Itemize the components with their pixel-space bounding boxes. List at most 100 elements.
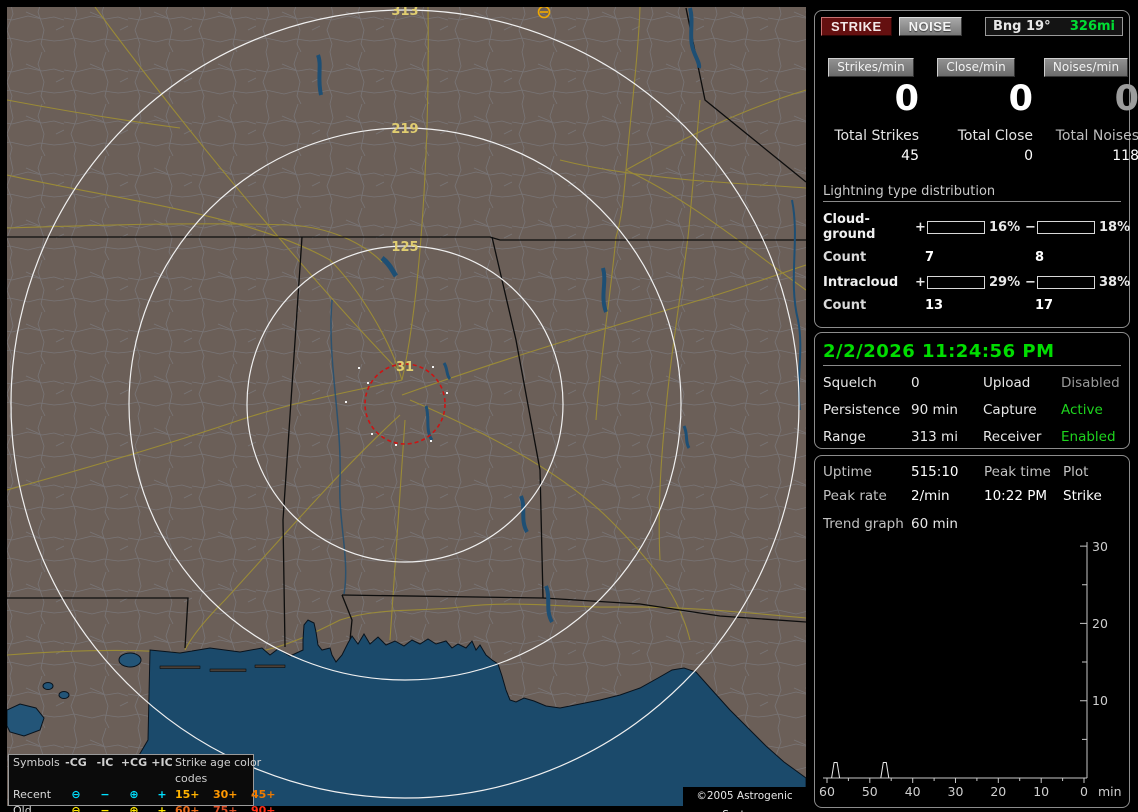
cg-positive-pct: 16%: [989, 219, 1021, 235]
ic-negative-pct: 38%: [1099, 275, 1131, 290]
range-label: Range: [823, 429, 866, 445]
age-45: 45+: [251, 788, 276, 801]
strikes-per-min-value: 0: [894, 79, 919, 119]
cloud-ground-count-row: Count 7 8: [823, 250, 1129, 265]
old-minus-icon: −: [100, 804, 110, 812]
minus-sign: −: [1025, 275, 1036, 290]
age-15: 15+: [175, 788, 200, 801]
ic-positive-count: 13: [925, 298, 944, 313]
map-display[interactable]: 313 219 125 31 Symbols -CG -IC +CG +IC S…: [0, 0, 810, 812]
persistence-row: Persistence 90 min Capture Active: [823, 400, 1129, 420]
upload-status: Disabled: [1061, 375, 1120, 391]
rate-counters: Strikes/min 0 Total Strikes 45 Close/min…: [823, 58, 1138, 164]
ring-label-31: 31: [396, 360, 414, 375]
ic-negative-count: 17: [1035, 298, 1054, 313]
total-noises-label: Total Noises: [1055, 128, 1138, 144]
distribution-title: Lightning type distribution: [823, 184, 1121, 202]
uptime-box: Uptime 515:10 Peak time Plot Peak rate 2…: [814, 455, 1130, 808]
x-tick-30: 30: [948, 784, 964, 799]
x-tick-0: 0: [1080, 784, 1088, 799]
cg-negative-bar: [1037, 220, 1095, 234]
peak-time-value: 10:22 PM: [984, 488, 1047, 504]
minus-sign: −: [1025, 219, 1036, 235]
capture-label: Capture: [983, 402, 1037, 418]
cg-positive-bar: [927, 220, 985, 234]
x-tick-60: 60: [819, 784, 835, 799]
strikes-per-min-button[interactable]: Strikes/min: [828, 58, 914, 77]
uptime-value: 515:10: [911, 464, 959, 480]
legend-recent-label: Recent: [13, 788, 52, 801]
status-box: 2/2/2026 11:24:56 PM Squelch 0 Upload Di…: [814, 332, 1130, 449]
squelch-row: Squelch 0 Upload Disabled: [823, 373, 1129, 393]
trend-graph: 30 20 10 60 50 40 30 20 10 0 min: [819, 539, 1122, 799]
squelch-value: 0: [911, 375, 920, 391]
strikes-counter-column: Strikes/min 0 Total Strikes 45: [823, 58, 919, 164]
map-symbol-legend: Symbols -CG -IC +CG +IC Strike age color…: [8, 754, 276, 812]
cg-negative-count: 8: [1035, 250, 1045, 265]
plus-sign: +: [915, 275, 926, 290]
x-tick-40: 40: [905, 784, 921, 799]
recent-plus-icon: +: [157, 788, 167, 801]
total-noises-value: 118: [1112, 148, 1138, 164]
old-circle-minus-icon: ⊖: [71, 804, 81, 812]
age-75: 75+: [213, 804, 238, 812]
legend-neg-ic-header: -IC: [96, 756, 114, 769]
lightning-detector-app: 313 219 125 31 Symbols -CG -IC +CG +IC S…: [0, 0, 1138, 812]
squelch-label: Squelch: [823, 375, 877, 391]
peak-rate-value: 2/min: [911, 488, 950, 504]
map-canvas: 313 219 125 31: [0, 0, 810, 812]
distance-value: 326mi: [1069, 19, 1115, 34]
close-counter-column: Close/min 0 Total Close 0: [919, 58, 1033, 164]
plot-header: Plot: [1063, 464, 1089, 480]
trend-graph-label: Trend graph: [823, 516, 904, 532]
legend-pos-cg-header: +CG: [120, 756, 148, 769]
intracloud-label: Intracloud: [823, 275, 899, 290]
receiver-status: Enabled: [1061, 429, 1116, 445]
close-per-min-value: 0: [1008, 79, 1033, 119]
range-value: 313 mi: [911, 429, 958, 445]
strike-mode-button[interactable]: STRIKE: [821, 17, 892, 36]
capture-status: Active: [1061, 402, 1103, 418]
recent-circle-minus-icon: ⊖: [71, 788, 81, 801]
age-30: 30+: [213, 788, 238, 801]
side-panel: STRIKE NOISE Bng 19° 326mi Strikes/min 0…: [812, 0, 1138, 812]
legend-pos-ic-header: +IC: [151, 756, 173, 769]
peak-time-header: Peak time: [984, 464, 1051, 480]
cg-positive-count: 7: [925, 250, 935, 265]
legend-old-label: Old: [13, 804, 32, 812]
total-close-label: Total Close: [957, 128, 1033, 144]
total-close-value: 0: [1024, 148, 1033, 164]
plot-value: Strike: [1063, 488, 1102, 504]
plus-sign: +: [915, 219, 926, 235]
ring-label-125: 125: [391, 240, 418, 255]
peak-rate-row: Peak rate 2/min 10:22 PM Strike: [823, 488, 1129, 504]
peak-rate-label: Peak rate: [823, 488, 887, 504]
x-axis-unit: min: [1098, 784, 1122, 799]
ic-positive-pct: 29%: [989, 275, 1021, 290]
noise-mode-button[interactable]: NOISE: [898, 17, 962, 36]
trend-graph-row: Trend graph 60 min: [823, 516, 1129, 532]
recent-minus-icon: −: [100, 788, 110, 801]
trend-graph-value: 60 min: [911, 516, 958, 532]
ic-negative-bar: [1037, 276, 1095, 289]
y-tick-20: 20: [1092, 616, 1108, 631]
stats-box: STRIKE NOISE Bng 19° 326mi Strikes/min 0…: [814, 10, 1138, 328]
x-tick-10: 10: [1033, 784, 1049, 799]
ring-label-219: 219: [391, 122, 418, 137]
noises-per-min-button[interactable]: Noises/min: [1043, 58, 1129, 77]
ic-positive-bar: [927, 276, 985, 289]
legend-age-title: Strike age color codes: [175, 756, 262, 785]
intracloud-count-row: Count 13 17: [823, 298, 1129, 313]
bearing-badge: Bng 19° 326mi: [985, 17, 1123, 36]
x-tick-50: 50: [862, 784, 878, 799]
upload-label: Upload: [983, 375, 1031, 391]
age-90: 90+: [251, 804, 276, 812]
close-per-min-button[interactable]: Close/min: [937, 58, 1015, 77]
count-label: Count: [823, 250, 867, 265]
y-tick-10: 10: [1092, 693, 1108, 708]
range-row: Range 313 mi Receiver Enabled: [823, 427, 1129, 447]
bearing-value: Bng 19°: [993, 19, 1051, 34]
total-strikes-value: 45: [901, 148, 919, 164]
copyright-notice: ©2005 Astrogenic Systems: [683, 787, 806, 812]
recent-circle-plus-icon: ⊕: [129, 788, 139, 801]
